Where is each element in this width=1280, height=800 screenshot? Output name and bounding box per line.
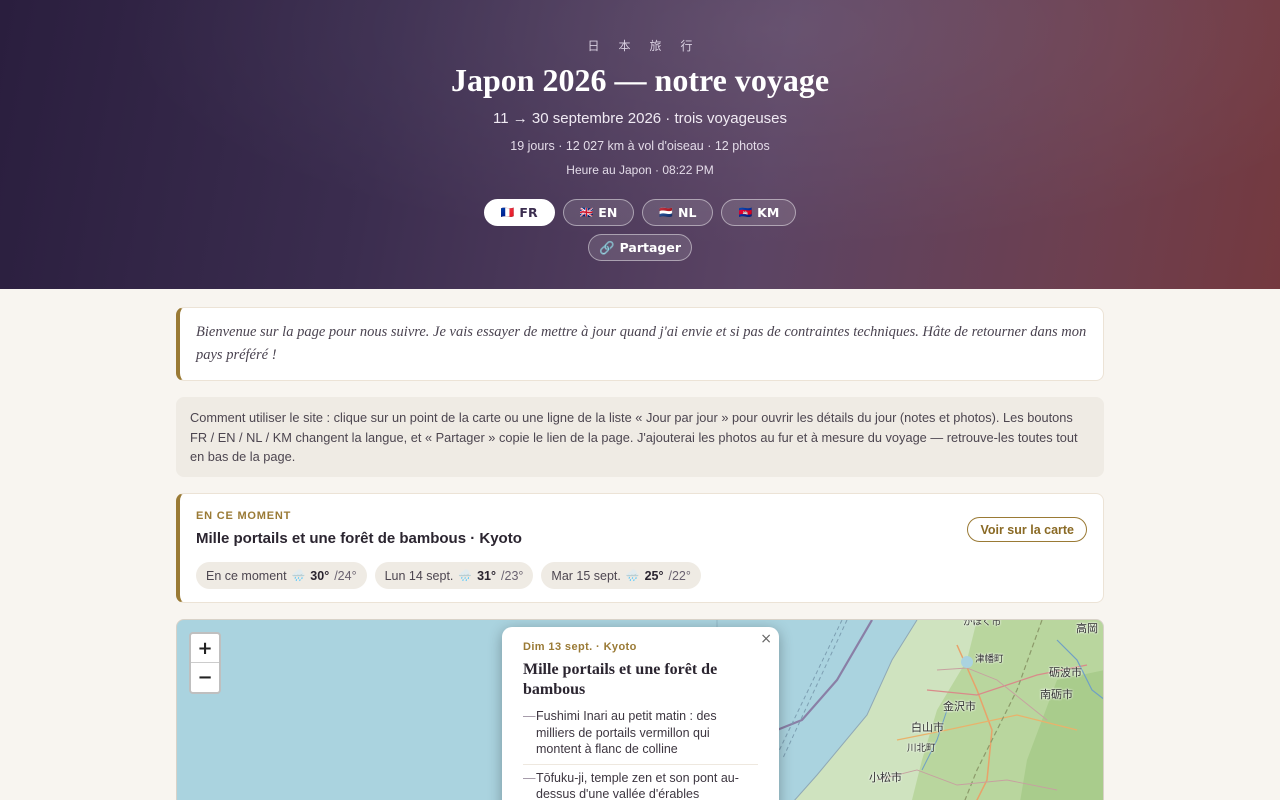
share-label: Partager	[619, 240, 681, 255]
map-label-kahoku: かほく市	[963, 619, 1002, 628]
map-label-takaoka: 高岡	[1076, 622, 1098, 635]
map-label-kawakita: 川北町	[907, 743, 936, 754]
zoom-in-button[interactable]: +	[191, 634, 219, 663]
flag-nl-icon: 🇳🇱	[659, 206, 673, 219]
zoom-out-button[interactable]: −	[191, 663, 219, 692]
trip-map[interactable]: かほく市 高岡 津幡町 砺波市 金沢市 南砺市 白山市 川北町 小松市 + − …	[176, 619, 1104, 800]
link-icon: 🔗	[598, 239, 615, 255]
map-label-tsubata: 津幡町	[975, 654, 1004, 665]
lang-button-km[interactable]: 🇰🇭 KM	[721, 199, 797, 226]
popup-title: Mille portails et une forêt de bambous	[523, 661, 718, 698]
hero-kanji: 日本旅行	[587, 39, 712, 53]
weather-chip: Lun 14 sept. 🌧️ 31° /23°	[374, 562, 534, 589]
lang-label: NL	[678, 205, 697, 220]
map-label-komatsu: 小松市	[869, 771, 902, 784]
weather-chip: En ce moment 🌧️ 30° /24°	[196, 562, 367, 589]
list-item: Fushimi Inari au petit matin : des milli…	[523, 708, 758, 765]
list-item: Tōfuku-ji, temple zen et son pont au-des…	[523, 770, 758, 800]
weather-day-label: En ce moment	[206, 568, 287, 583]
current-location-card: EN CE MOMENT Mille portails et une forêt…	[176, 493, 1104, 603]
language-switcher: 🇫🇷 FR 🇬🇧 EN 🇳🇱 NL 🇰🇭 KM	[0, 199, 1280, 226]
hero-header: 日本旅行 Japon 2026 — notre voyage 11 → 30 s…	[0, 0, 1280, 289]
temp-low: /24°	[334, 568, 357, 583]
rain-icon: 🌧️	[291, 569, 306, 582]
map-label-hakusan: 白山市	[911, 721, 944, 734]
popup-date: Dim 13 sept. · Kyoto	[523, 641, 637, 653]
flag-gb-icon: 🇬🇧	[579, 206, 594, 219]
weather-chip: Mar 15 sept. 🌧️ 25° /22°	[541, 562, 701, 589]
weather-day-label: Lun 14 sept.	[384, 568, 454, 583]
lang-label: KM	[757, 205, 780, 220]
share-button[interactable]: 🔗 Partager	[588, 234, 692, 261]
temp-low: /23°	[501, 568, 524, 583]
rain-icon: 🌧️	[458, 569, 473, 582]
current-kicker: EN CE MOMENT	[196, 510, 292, 522]
page-title: Japon 2026 — notre voyage	[450, 62, 830, 98]
trip-stats: 19 jours · 12 027 km à vol d'oiseau · 12…	[510, 139, 770, 153]
lang-button-nl[interactable]: 🇳🇱 NL	[642, 199, 714, 226]
map-label-nanto: 南砺市	[1040, 688, 1073, 701]
close-icon[interactable]: ×	[760, 631, 772, 647]
zoom-control: + −	[189, 632, 221, 694]
weather-forecast: En ce moment 🌧️ 30° /24° Lun 14 sept. 🌧️…	[196, 562, 701, 589]
lang-label: EN	[598, 205, 618, 220]
flag-fr-icon: 🇫🇷	[500, 206, 515, 219]
lang-label: FR	[519, 205, 538, 220]
japan-clock: Heure au Japon · 08:22 PM	[566, 163, 714, 177]
weather-day-label: Mar 15 sept.	[551, 568, 621, 583]
temp-high: 31°	[477, 568, 497, 583]
lang-button-en[interactable]: 🇬🇧 EN	[562, 199, 635, 226]
map-label-kanazawa: 金沢市	[943, 700, 976, 713]
temp-high: 25°	[644, 568, 664, 583]
how-to-use-note: Comment utiliser le site : clique sur un…	[176, 397, 1104, 477]
map-popup: × Dim 13 sept. · Kyoto Mille portails et…	[502, 627, 779, 800]
temp-high: 30°	[310, 568, 330, 583]
flag-kh-icon: 🇰🇭	[738, 206, 753, 219]
current-title: Mille portails et une forêt de bambous ·…	[196, 530, 522, 547]
welcome-message: Bienvenue sur la page pour nous suivre. …	[176, 307, 1104, 381]
trip-dates: 11 → 30 septembre 2026 · trois voyageuse…	[492, 110, 788, 127]
popup-activities: Fushimi Inari au petit matin : des milli…	[523, 708, 758, 800]
rain-icon: 🌧️	[625, 569, 640, 582]
map-label-tonami: 砺波市	[1049, 666, 1082, 679]
view-on-map-button[interactable]: Voir sur la carte	[967, 517, 1087, 542]
lang-button-fr[interactable]: 🇫🇷 FR	[483, 199, 555, 226]
temp-low: /22°	[668, 568, 691, 583]
